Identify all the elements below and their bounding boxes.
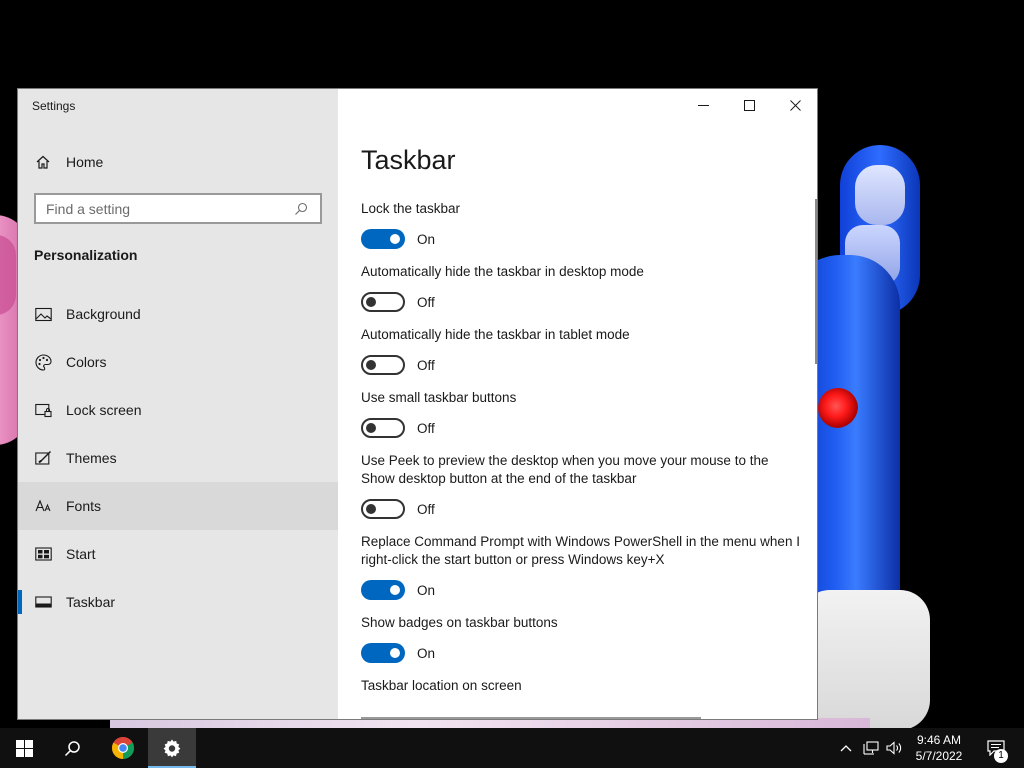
maximize-icon — [743, 99, 755, 111]
clock[interactable]: 9:46 AM 5/7/2022 — [906, 732, 972, 764]
lock-screen-icon — [34, 401, 52, 419]
setting-badges: Show badges on taskbar buttons On — [361, 614, 801, 664]
setting-lock-taskbar: Lock the taskbar On — [361, 200, 801, 250]
main-content: Taskbar Lock the taskbar On Automaticall… — [338, 89, 817, 719]
minimize-button[interactable] — [680, 89, 726, 121]
maximize-button[interactable] — [726, 89, 772, 121]
peek-toggle[interactable] — [361, 499, 405, 519]
sidebar: Settings Home Find a setting Personaliza… — [18, 89, 338, 719]
search-icon — [292, 200, 310, 218]
chrome-button[interactable] — [99, 728, 147, 768]
setting-location: Taskbar location on screen — [361, 677, 801, 695]
themes-icon — [34, 449, 52, 467]
clock-date: 5/7/2022 — [915, 749, 963, 763]
sidebar-item-background[interactable]: Background — [18, 290, 338, 338]
setting-label: Automatically hide the taskbar in deskto… — [361, 264, 644, 279]
setting-powershell: Replace Command Prompt with Windows Powe… — [361, 533, 801, 601]
settings-taskbar-button[interactable] — [148, 728, 196, 768]
colors-icon — [34, 353, 52, 371]
home-label: Home — [66, 154, 104, 170]
start-button[interactable] — [0, 728, 48, 768]
volume-button[interactable] — [884, 728, 906, 768]
sidebar-item-label: Lock screen — [66, 402, 142, 418]
sidebar-item-start[interactable]: Start — [18, 530, 338, 578]
home-icon — [34, 153, 52, 171]
taskbar-location-dropdown[interactable] — [361, 717, 701, 719]
close-button[interactable] — [772, 89, 817, 121]
lock-taskbar-toggle[interactable] — [361, 229, 405, 249]
sidebar-item-label: Start — [66, 546, 96, 562]
nav-list: Background Colors Lock screen Themes Fon… — [18, 290, 338, 626]
toggle-state: Off — [417, 357, 435, 373]
background-icon — [34, 305, 52, 323]
clock-time: 9:46 AM — [916, 733, 962, 747]
setting-label: Replace Command Prompt with Windows Powe… — [361, 534, 800, 567]
toggle-state: On — [417, 582, 436, 598]
badges-toggle[interactable] — [361, 643, 405, 663]
setting-label: Taskbar location on screen — [361, 678, 522, 693]
search-placeholder: Find a setting — [46, 200, 131, 217]
sidebar-item-label: Themes — [66, 450, 117, 466]
sidebar-item-taskbar[interactable]: Taskbar — [18, 578, 338, 626]
setting-label: Use Peek to preview the desktop when you… — [361, 453, 769, 486]
sidebar-item-label: Taskbar — [66, 594, 116, 610]
sidebar-item-fonts[interactable]: Fonts — [18, 482, 338, 530]
powershell-toggle[interactable] — [361, 580, 405, 600]
network-button[interactable] — [860, 728, 882, 768]
toggle-state: On — [417, 645, 436, 661]
minimize-icon — [697, 104, 709, 106]
home-nav-item[interactable]: Home — [18, 147, 338, 177]
action-center-button[interactable]: 1 — [976, 728, 1016, 768]
toggle-state: Off — [417, 420, 435, 436]
settings-gear-icon — [163, 739, 181, 758]
taskbar: 9:46 AM 5/7/2022 1 — [0, 728, 1024, 768]
chrome-icon — [112, 737, 134, 759]
notification-count-badge: 1 — [994, 749, 1008, 763]
setting-autohide-tablet: Automatically hide the taskbar in tablet… — [361, 326, 801, 376]
window-controls — [680, 89, 817, 121]
setting-label: Use small taskbar buttons — [361, 390, 517, 405]
setting-label: Show badges on taskbar buttons — [361, 615, 558, 630]
settings-list: Lock the taskbar On Automatically hide t… — [361, 200, 801, 708]
settings-window: Settings Home Find a setting Personaliza… — [17, 88, 818, 720]
close-icon — [789, 99, 801, 111]
setting-label: Automatically hide the taskbar in tablet… — [361, 327, 630, 342]
sidebar-item-label: Background — [66, 306, 141, 322]
scrollbar[interactable] — [815, 199, 817, 364]
show-hidden-icons-button[interactable] — [836, 728, 856, 768]
toggle-state: Off — [417, 501, 435, 517]
toggle-state: Off — [417, 294, 435, 310]
section-title: Personalization — [34, 247, 138, 263]
setting-small-buttons: Use small taskbar buttons Off — [361, 389, 801, 439]
network-icon — [863, 741, 879, 755]
window-title: Settings — [32, 99, 76, 113]
chevron-up-icon — [840, 745, 852, 752]
setting-peek: Use Peek to preview the desktop when you… — [361, 452, 801, 520]
sidebar-item-themes[interactable]: Themes — [18, 434, 338, 482]
search-input[interactable]: Find a setting — [34, 193, 322, 224]
sidebar-item-label: Colors — [66, 354, 107, 370]
autohide-desktop-toggle[interactable] — [361, 292, 405, 312]
small-buttons-toggle[interactable] — [361, 418, 405, 438]
windows-logo-icon — [15, 739, 33, 757]
sidebar-item-label: Fonts — [66, 498, 102, 514]
search-icon — [64, 740, 80, 756]
sidebar-item-colors[interactable]: Colors — [18, 338, 338, 386]
page-title: Taskbar — [361, 145, 456, 175]
fonts-icon — [34, 497, 52, 515]
setting-label: Lock the taskbar — [361, 201, 461, 216]
volume-icon — [886, 741, 902, 755]
setting-autohide-desktop: Automatically hide the taskbar in deskto… — [361, 263, 801, 313]
autohide-tablet-toggle[interactable] — [361, 355, 405, 375]
start-icon — [34, 545, 52, 563]
toggle-state: On — [417, 231, 436, 247]
sidebar-item-lock-screen[interactable]: Lock screen — [18, 386, 338, 434]
taskbar-icon — [34, 593, 52, 611]
search-button[interactable] — [48, 728, 96, 768]
